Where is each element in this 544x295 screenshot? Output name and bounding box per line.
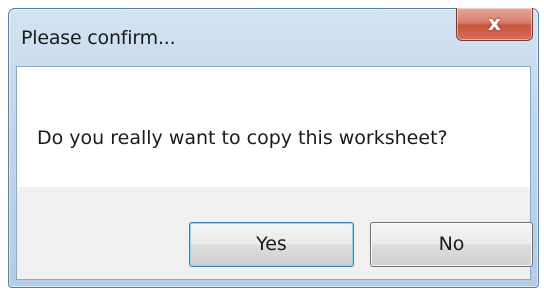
message-panel: Do you really want to copy this workshee…	[17, 67, 530, 187]
close-icon: x	[488, 11, 501, 35]
dialog-body: Do you really want to copy this workshee…	[16, 66, 533, 280]
confirm-dialog-window: Please confirm... x Do you really want t…	[8, 8, 539, 288]
confirmation-message: Do you really want to copy this workshee…	[37, 127, 448, 149]
close-button[interactable]: x	[456, 8, 533, 41]
window-title: Please confirm...	[21, 27, 176, 49]
no-button[interactable]: No	[370, 222, 533, 267]
title-bar[interactable]: Please confirm... x	[9, 8, 538, 69]
yes-button[interactable]: Yes	[189, 222, 354, 267]
